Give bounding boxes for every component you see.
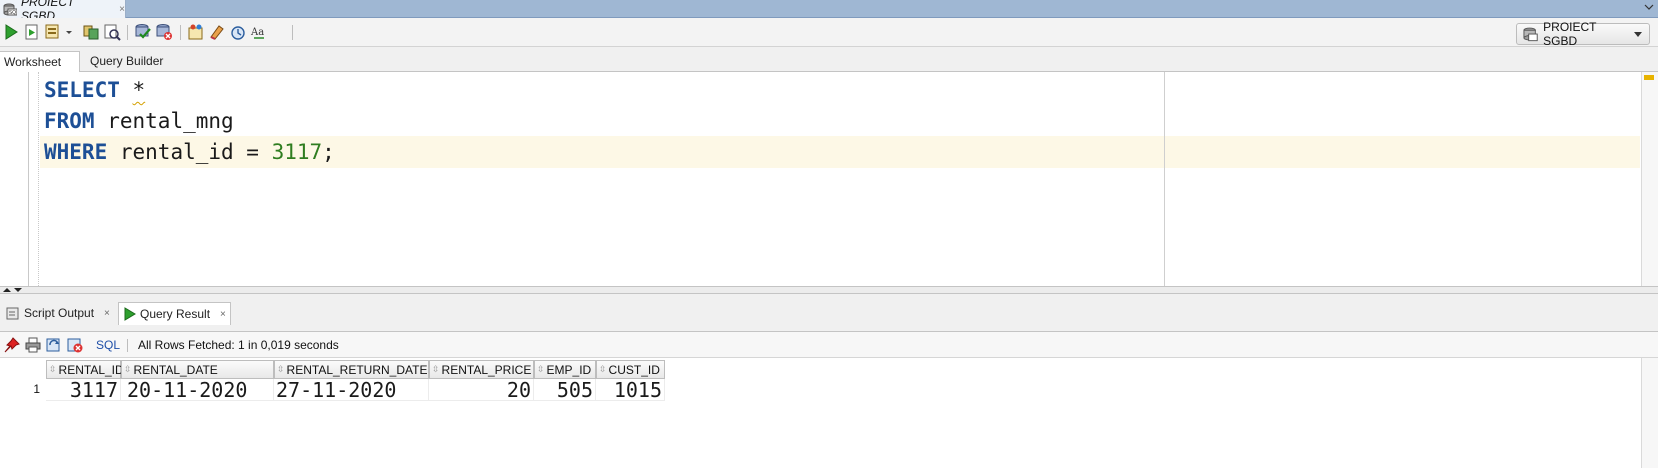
sql-worksheet-icon: SQL <box>3 3 19 16</box>
tab-query-builder[interactable]: Query Builder <box>86 51 167 72</box>
code-line-2: FROM rental_mng <box>44 105 234 137</box>
run-script-icon[interactable] <box>23 23 41 41</box>
tab-worksheet[interactable]: Worksheet <box>0 51 80 72</box>
autotrace-dropdown-icon[interactable] <box>64 23 74 41</box>
column-header-emp-id[interactable]: ⇳ EMP_ID <box>534 360 596 379</box>
column-header-label: RENTAL_RETURN_DATE <box>286 362 428 377</box>
tab-script-output[interactable]: Script Output × <box>2 302 114 324</box>
sort-icon: ⇳ <box>124 364 131 374</box>
run-statement-icon[interactable] <box>2 23 20 41</box>
editor-scrollbar[interactable] <box>1641 72 1658 286</box>
toolbar-separator <box>127 25 128 40</box>
column-header-rental-id[interactable]: ⇳ RENTAL_ID <box>46 360 124 379</box>
cell-rental-return-date[interactable]: 27-11-2020 <box>274 379 429 401</box>
minimize-icon[interactable] <box>1644 2 1654 12</box>
where-condition: rental_id = <box>119 140 272 164</box>
worksheet-toolbar: Aa PROIECT SGBD <box>0 18 1658 48</box>
run-result-icon <box>124 307 136 321</box>
keyword-where: WHERE <box>44 140 108 164</box>
sort-icon: ⇳ <box>277 364 284 374</box>
cell-emp-id[interactable]: 505 <box>534 379 596 401</box>
results-tabbar: Script Output × Query Result × <box>0 294 1658 332</box>
document-tab-close-icon[interactable]: × <box>119 4 125 15</box>
column-header-label: RENTAL_DATE <box>133 362 218 377</box>
right-margin-guide <box>1164 72 1165 286</box>
cell-cust-id[interactable]: 1015 <box>596 379 665 401</box>
column-header-rental-date[interactable]: ⇳ RENTAL_DATE <box>121 360 274 379</box>
column-header-cust-id[interactable]: ⇳ CUST_ID <box>596 360 665 379</box>
cell-rental-id[interactable]: 3117 <box>46 379 121 401</box>
keyword-select: SELECT <box>44 78 120 102</box>
fetch-status: All Rows Fetched: 1 in 0,019 seconds <box>138 338 339 352</box>
toolbar-separator <box>180 25 181 40</box>
column-header-label: RENTAL_ID <box>58 362 124 377</box>
connection-selector[interactable]: PROIECT SGBD <box>1516 20 1650 48</box>
row-number[interactable]: 1 <box>0 379 46 401</box>
cell-rental-price[interactable]: 20 <box>429 379 534 401</box>
tab-script-output-label: Script Output <box>24 306 95 320</box>
column-header-label: RENTAL_PRICE <box>441 362 532 377</box>
column-header-rental-price[interactable]: ⇳ RENTAL_PRICE <box>429 360 534 379</box>
commit-icon[interactable] <box>134 23 152 41</box>
worksheet-document-tab[interactable]: SQL PROIECT SGBD × <box>0 0 126 23</box>
line-gutter <box>0 72 29 286</box>
results-toolbar: SQL All Rows Fetched: 1 in 0,019 seconds <box>0 332 1658 358</box>
cell-rental-date[interactable]: 20-11-2020 <box>121 379 274 401</box>
unshared-sql-icon[interactable] <box>187 23 205 41</box>
grid-scrollbar[interactable] <box>1641 358 1658 468</box>
connection-label: PROIECT SGBD <box>1543 20 1597 48</box>
splitter-arrows-icon[interactable] <box>2 287 24 294</box>
tab-query-result[interactable]: Query Result × <box>118 302 231 325</box>
table-name: rental_mng <box>107 109 234 133</box>
clear-icon[interactable] <box>208 23 226 41</box>
sort-icon: ⇳ <box>537 364 544 374</box>
code-line-3: WHERE rental_id = 3117; <box>44 136 335 168</box>
toolbar-separator <box>127 339 128 352</box>
sort-icon: ⇳ <box>599 364 606 374</box>
sort-icon: ⇳ <box>432 364 439 374</box>
toolbar-separator <box>292 25 293 40</box>
column-header-label: CUST_ID <box>608 362 660 377</box>
sort-icon: ⇳ <box>49 364 56 374</box>
close-icon[interactable]: × <box>104 308 110 319</box>
print-icon[interactable] <box>25 337 41 353</box>
sql-link[interactable]: SQL <box>96 338 120 352</box>
chevron-down-icon <box>1634 31 1642 37</box>
close-icon[interactable]: × <box>220 309 226 320</box>
pin-icon[interactable] <box>4 337 20 353</box>
refresh-icon[interactable] <box>46 337 62 353</box>
format-icon[interactable]: Aa <box>250 23 268 41</box>
svg-text:SQL: SQL <box>9 10 17 16</box>
sql-editor[interactable]: SELECT * FROM rental_mng WHERE rental_id… <box>0 72 1658 286</box>
sql-tuning-icon[interactable] <box>103 23 121 41</box>
editor-subtabs: Worksheet Query Builder <box>0 47 1658 72</box>
column-header-label: EMP_ID <box>546 362 592 377</box>
database-connection-icon <box>1523 27 1538 41</box>
cancel-query-icon[interactable] <box>67 337 83 353</box>
where-value: 3117 <box>271 140 323 164</box>
column-header-rental-return-date[interactable]: ⇳ RENTAL_RETURN_DATE <box>274 360 429 379</box>
code-line-1: SELECT * <box>44 74 145 106</box>
tab-query-result-label: Query Result <box>140 307 211 321</box>
result-grid[interactable]: ⇳ RENTAL_ID ⇳ RENTAL_DATE ⇳ RENTAL_RETURN_D… <box>0 358 1658 468</box>
keyword-from: FROM <box>44 109 95 133</box>
explain-plan-icon[interactable] <box>82 23 100 41</box>
statement-terminator: ; <box>322 140 335 164</box>
sql-history-icon[interactable] <box>229 23 247 41</box>
fold-gutter <box>38 72 39 286</box>
rollback-icon[interactable] <box>155 23 173 41</box>
panel-splitter[interactable] <box>0 286 1658 294</box>
select-star: * <box>132 78 146 102</box>
script-output-icon <box>6 307 19 320</box>
document-tab-strip: SQL PROIECT SGBD × <box>0 0 1658 23</box>
autotrace-icon[interactable] <box>44 23 62 41</box>
svg-text:Aa: Aa <box>250 27 264 38</box>
warning-marker[interactable] <box>1644 75 1654 80</box>
